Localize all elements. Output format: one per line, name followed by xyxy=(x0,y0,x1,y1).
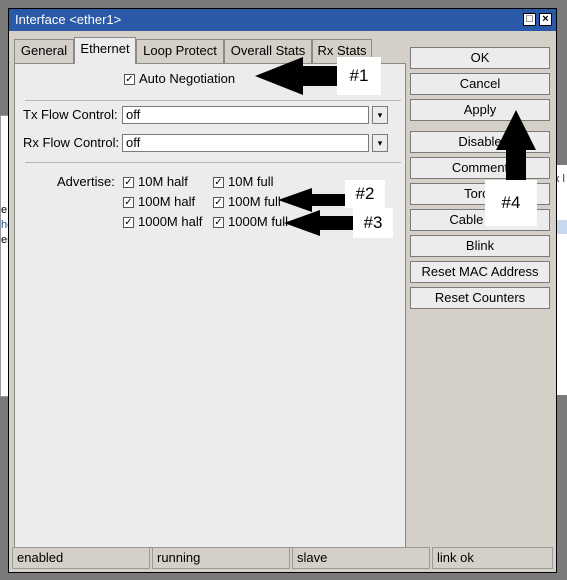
annotation-label-3: #3 xyxy=(353,208,393,238)
advertise-10m-full-label: 10M full xyxy=(228,174,274,189)
advertise-1000m-full-label: 1000M full xyxy=(228,214,288,229)
cancel-button[interactable]: Cancel xyxy=(410,73,550,95)
advertise-1000m-half-checkbox[interactable]: ✓ xyxy=(123,217,134,228)
status-link: link ok xyxy=(432,547,553,569)
tab-general[interactable]: General xyxy=(14,39,74,63)
divider xyxy=(25,100,401,101)
ethernet-panel: ✓ Auto Negotiation Tx Flow Control: off … xyxy=(14,63,406,548)
reset-mac-address-button[interactable]: Reset MAC Address xyxy=(410,261,550,283)
auto-negotiation-label: Auto Negotiation xyxy=(139,71,236,86)
status-slave: slave xyxy=(292,547,430,569)
annotation-arrow-2 xyxy=(278,188,346,212)
advertise-100m-half-label: 100M half xyxy=(138,194,196,209)
advertise-100m-full-label: 100M full xyxy=(228,194,281,209)
auto-negotiation-checkbox[interactable]: ✓ xyxy=(124,74,135,85)
status-enabled: enabled xyxy=(12,547,150,569)
chevron-down-icon[interactable]: ▾ xyxy=(372,106,388,124)
rx-flow-control-label: Rx Flow Control: xyxy=(23,135,120,150)
annotation-label-1: #1 xyxy=(337,57,381,95)
tab-ethernet[interactable]: Ethernet xyxy=(74,37,136,64)
window-title: Interface <ether1> xyxy=(15,12,122,27)
close-icon[interactable]: × xyxy=(539,13,552,26)
advertise-10m-half-checkbox[interactable]: ✓ xyxy=(123,177,134,188)
maximize-icon[interactable]: □ xyxy=(523,13,536,26)
annotation-arrow-3 xyxy=(284,210,356,236)
reset-counters-button[interactable]: Reset Counters xyxy=(410,287,550,309)
annotation-arrow-1 xyxy=(255,57,345,95)
background-text: e xyxy=(1,204,8,216)
advertise-1000m-half-label: 1000M half xyxy=(138,214,203,229)
status-running: running xyxy=(152,547,290,569)
annotation-label-4: #4 xyxy=(485,180,537,226)
rx-flow-control-field[interactable]: off xyxy=(122,134,369,152)
advertise-10m-half-label: 10M half xyxy=(138,174,188,189)
divider xyxy=(25,162,401,163)
chevron-down-icon[interactable]: ▾ xyxy=(372,134,388,152)
blink-button[interactable]: Blink xyxy=(410,235,550,257)
advertise-100m-half-checkbox[interactable]: ✓ xyxy=(123,197,134,208)
advertise-10m-full-checkbox[interactable]: ✓ xyxy=(213,177,224,188)
annotation-label-2: #2 xyxy=(345,180,385,208)
advertise-1000m-full-checkbox[interactable]: ✓ xyxy=(213,217,224,228)
ok-button[interactable]: OK xyxy=(410,47,550,69)
tab-loop-protect[interactable]: Loop Protect xyxy=(136,39,224,63)
title-bar: Interface <ether1> □ × xyxy=(9,9,556,31)
advertise-label: Advertise: xyxy=(57,174,115,189)
tx-flow-control-label: Tx Flow Control: xyxy=(23,107,118,122)
tx-flow-control-field[interactable]: off xyxy=(122,106,369,124)
advertise-100m-full-checkbox[interactable]: ✓ xyxy=(213,197,224,208)
